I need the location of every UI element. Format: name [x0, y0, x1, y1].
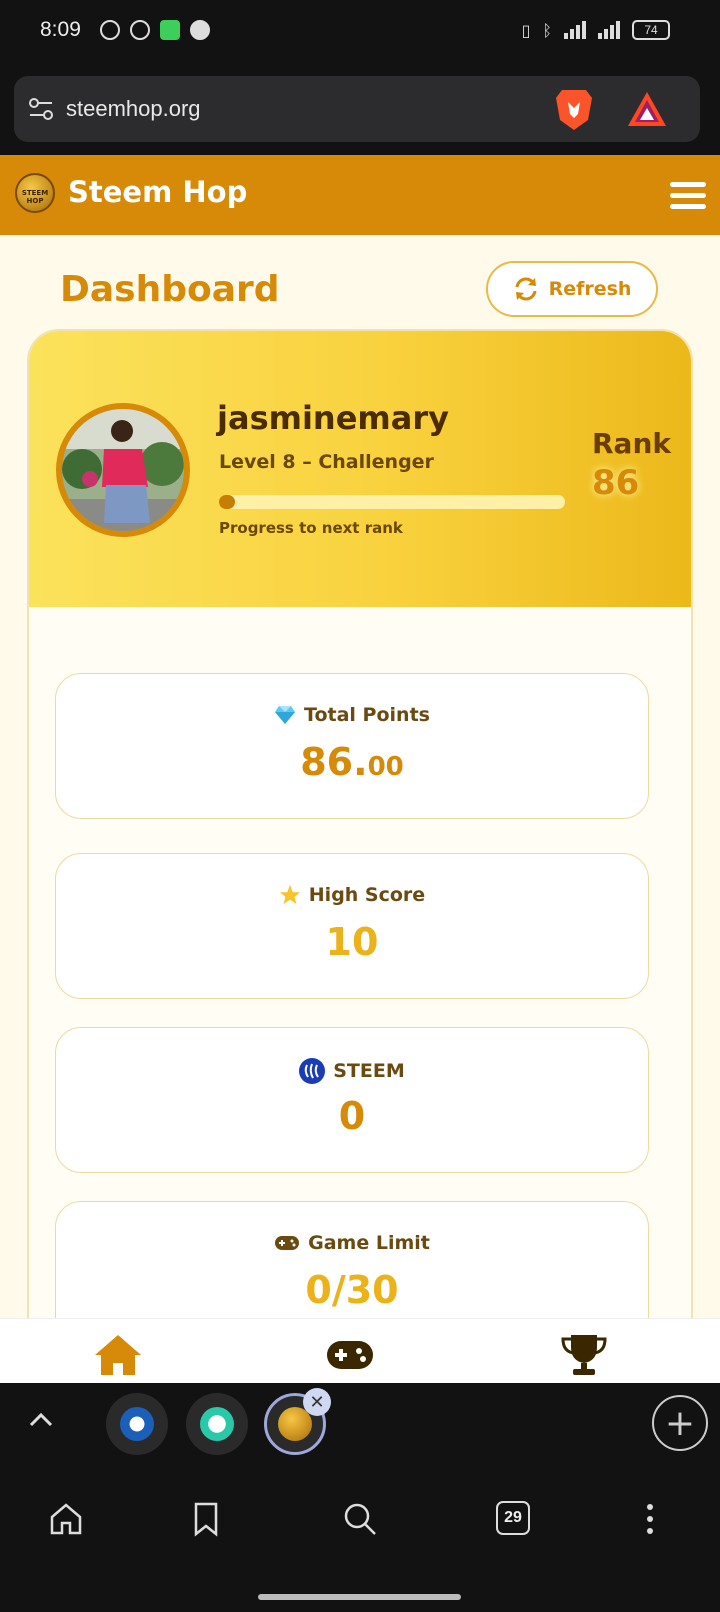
level-label: Level 8 – Challenger [219, 451, 434, 473]
url-text[interactable]: steemhop.org [66, 96, 201, 122]
menu-icon[interactable] [670, 182, 706, 210]
bluetooth-icon: ᛒ [542, 20, 552, 40]
close-tab-icon[interactable]: ✕ [303, 1388, 331, 1416]
tab-thumbnail[interactable] [186, 1393, 248, 1455]
page-title: Dashboard [60, 269, 280, 310]
star-icon [279, 884, 300, 905]
rank-label: Rank [592, 427, 672, 460]
stat-label: Game Limit [308, 1232, 430, 1254]
stat-label: High Score [308, 884, 426, 906]
vibrate-icon: ▯ [521, 20, 531, 40]
webpage: STEEM HOP Steem Hop Dashboard Refresh ja… [0, 155, 720, 1383]
rank-progress-fill [219, 495, 235, 509]
gem-icon [275, 706, 296, 724]
profile-header: jasminemary Level 8 – Challenger Progres… [29, 331, 691, 607]
home-icon[interactable] [93, 1333, 143, 1377]
refresh-button[interactable]: Refresh [486, 261, 658, 317]
signal-icon [598, 21, 620, 39]
site-header: STEEM HOP Steem Hop [0, 155, 720, 235]
home-icon[interactable] [48, 1501, 84, 1537]
avatar[interactable] [56, 403, 190, 537]
high-score-card: High Score 10 [55, 853, 649, 999]
rank-value: 86 [592, 463, 640, 503]
stat-label: Total Points [304, 704, 430, 726]
gamepad-icon [275, 1236, 300, 1250]
browser-tab-strip: ✕ + [0, 1383, 720, 1465]
trophy-icon[interactable] [559, 1333, 609, 1377]
bat-triangle-icon[interactable] [626, 90, 668, 128]
tune-icon[interactable] [28, 96, 54, 122]
home-indicator[interactable] [258, 1594, 461, 1600]
steem-icon [299, 1058, 326, 1084]
steem-value: 0 [338, 1094, 366, 1138]
system-icons: ▯ ᛒ 74 [522, 20, 670, 40]
vpn-icon [190, 20, 210, 40]
rank-progress-bar [219, 495, 565, 509]
battery-icon: 74 [632, 20, 670, 40]
chevron-up-icon[interactable] [28, 1407, 54, 1433]
gamepad-icon[interactable] [325, 1333, 375, 1377]
tab-thumbnail[interactable] [106, 1393, 168, 1455]
app-bottom-nav [0, 1318, 720, 1383]
add-tab-icon[interactable]: + [652, 1395, 708, 1451]
tabs-icon[interactable]: 29 [496, 1501, 530, 1535]
site-title[interactable]: Steem Hop [68, 175, 247, 209]
upload-icon [160, 20, 180, 40]
total-points-value: 86.00 [300, 740, 404, 784]
browser-nav: 29 [0, 1465, 720, 1612]
username: jasminemary [217, 399, 449, 437]
brave-lion-icon[interactable] [554, 86, 594, 132]
more-vert-icon[interactable] [632, 1501, 668, 1537]
notification-icons [100, 20, 210, 40]
whatsapp-icon [100, 20, 120, 40]
status-bar: 8:09 ▯ ᛒ 74 [0, 0, 720, 64]
url-bar[interactable]: steemhop.org [14, 76, 700, 142]
wifi-icon [564, 21, 586, 39]
search-icon[interactable] [342, 1501, 378, 1537]
total-points-card: Total Points 86.00 [55, 673, 649, 819]
site-logo[interactable]: STEEM HOP [15, 173, 55, 213]
progress-label: Progress to next rank [219, 519, 403, 537]
status-time: 8:09 [40, 18, 81, 41]
profile-card: jasminemary Level 8 – Challenger Progres… [27, 329, 693, 1383]
refresh-icon [515, 277, 537, 301]
chat-icon [130, 20, 150, 40]
stat-label: STEEM [333, 1060, 405, 1082]
bookmark-icon[interactable] [188, 1501, 224, 1537]
steem-card: STEEM 0 [55, 1027, 649, 1173]
high-score-value: 10 [325, 920, 379, 964]
refresh-label: Refresh [548, 278, 632, 300]
game-limit-value: 0/30 [305, 1268, 399, 1312]
